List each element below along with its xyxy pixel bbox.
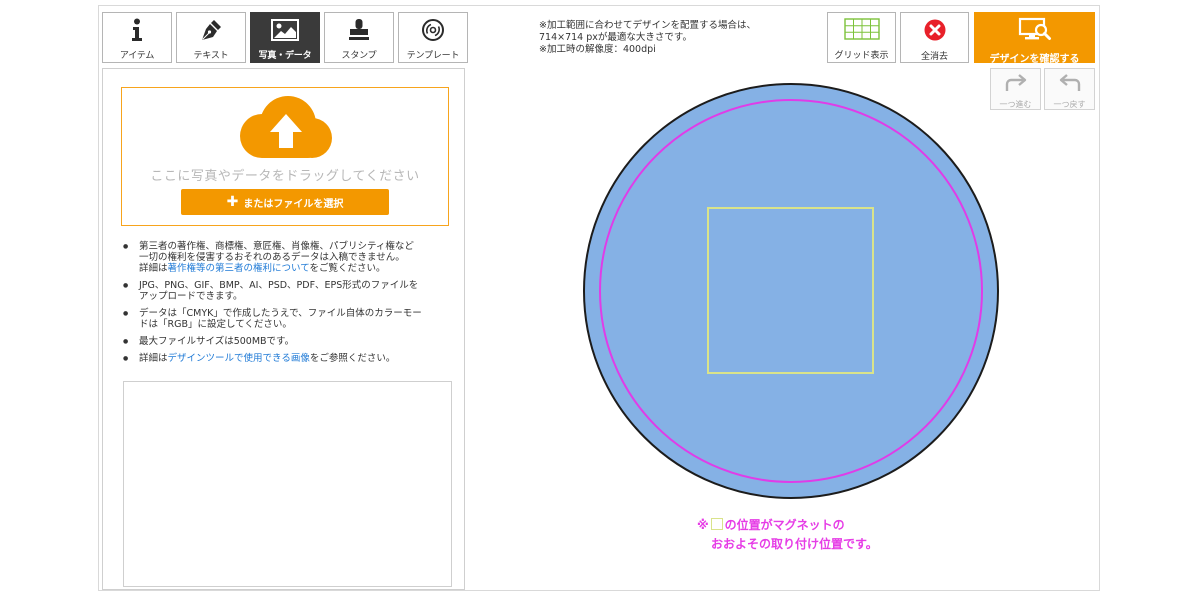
close-circle-icon [924,19,946,45]
note-details: 詳細はデザインツールで使用できる画像をご参照ください。 [121,353,451,364]
note-text: 第三者の著作権、商標権、意匠権、肖像権、パブリシティ権など [139,241,414,252]
note-text: JPG、PNG、GIF、BMP、AI、PSD、PDF、EPS形式のファイルを [139,280,419,291]
confirm-design-label: デザインを確認する [989,54,1080,65]
grid-label: グリッド表示 [834,51,889,61]
note-text: アップロードできます。 [139,291,243,302]
note-rights: 第三者の著作権、商標権、意匠権、肖像権、パブリシティ権など 一切の権利を侵害する… [121,241,451,274]
uploaded-files-list[interactable] [123,381,452,587]
undo-button[interactable]: 一つ戻す [1044,68,1095,110]
note-text: 詳細は [139,263,168,274]
redo-icon [1003,72,1029,98]
note-text: 詳細は [139,353,168,364]
note-text: おおよその取り付け位置です。 [711,537,878,551]
cloud-upload-icon [234,96,338,160]
note-text: ドは「RGB」に設定してください。 [139,319,292,330]
note-prefix: ※ [697,518,709,532]
note-max-size: 最大ファイルサイズは500MBです。 [121,336,451,347]
template-disc-icon [421,18,445,42]
square-marker-icon [710,518,723,530]
note-text: データは「CMYK」で作成したうえで、ファイル自体のカラーモー [139,308,422,319]
upload-notes: 第三者の著作権、商標権、意匠権、肖像権、パブリシティ権など 一切の権利を侵害する… [121,241,451,370]
tab-text-label: テキスト [193,51,229,61]
note-text: をご覧ください。 [309,263,386,274]
info-text: ※加工範囲に合わせてデザインを配置する場合は、 [539,20,756,31]
monitor-search-icon [1018,17,1052,47]
design-canvas[interactable] [581,81,1001,501]
undo-icon [1057,72,1083,98]
grid-toggle-button[interactable]: グリッド表示 [827,12,896,63]
note-text: をご参照ください。 [309,353,396,364]
design-tool-frame: アイテム テキスト 写真・データ スタンプ テンプレート ここに写真やデータをド… [98,5,1100,591]
choose-file-label: またはファイルを選択 [243,198,344,210]
note-text: の位置がマグネットの [724,518,845,532]
redo-label: 一つ進む [999,100,1032,109]
image-icon [271,18,299,42]
copyright-link[interactable]: 著作権等の第三者の権利について [168,263,310,274]
photo-data-panel: ここに写真やデータをドラッグしてください ✚ またはファイルを選択 第三者の著作… [102,68,465,590]
info-text: ※加工時の解像度：400dpi [539,44,656,55]
clear-all-button[interactable]: 全消去 [900,12,969,63]
magnet-body-circle [583,83,999,499]
pen-icon [199,18,223,42]
plus-icon: ✚ [226,194,239,210]
tab-item[interactable]: アイテム [102,12,172,63]
note-text: 最大ファイルサイズは500MBです。 [139,336,295,347]
note-text: 一切の権利を侵害するおそれのあるデータは入稿できません。 [139,252,405,263]
upload-hint-text: ここに写真やデータをドラッグしてください [150,169,420,184]
info-text: 714×714 pxが最適な大きさです。 [539,32,692,43]
tab-photo-data-label: 写真・データ [258,51,312,61]
choose-file-button[interactable]: ✚ またはファイルを選択 [181,189,389,215]
tab-text[interactable]: テキスト [176,12,246,63]
undo-label: 一つ戻す [1053,100,1086,109]
clear-all-label: 全消去 [920,52,948,62]
tab-stamp[interactable]: スタンプ [324,12,394,63]
confirm-design-button[interactable]: デザインを確認する [974,12,1095,65]
processing-info: ※加工範囲に合わせてデザインを配置する場合は、 714×714 pxが最適な大き… [539,20,756,56]
tab-template[interactable]: テンプレート [398,12,468,63]
tab-item-label: アイテム [119,51,155,61]
stamp-icon [347,18,371,42]
upload-dropzone[interactable]: ここに写真やデータをドラッグしてください ✚ またはファイルを選択 [121,87,449,226]
tab-photo-data[interactable]: 写真・データ [250,12,320,63]
note-formats: JPG、PNG、GIF、BMP、AI、PSD、PDF、EPS形式のファイルを ア… [121,280,451,302]
tool-tabs: アイテム テキスト 写真・データ スタンプ テンプレート [102,12,468,63]
usable-images-link[interactable]: デザインツールで使用できる画像 [168,353,310,364]
grid-icon [843,18,880,44]
note-color-mode: データは「CMYK」で作成したうえで、ファイル自体のカラーモー ドは「RGB」に… [121,308,451,330]
info-icon [130,18,144,42]
tab-template-label: テンプレート [406,51,460,61]
magnet-position-note: ※ の位置がマグネットの おおよその取り付け位置です。 [697,516,878,554]
tab-stamp-label: スタンプ [341,51,377,61]
